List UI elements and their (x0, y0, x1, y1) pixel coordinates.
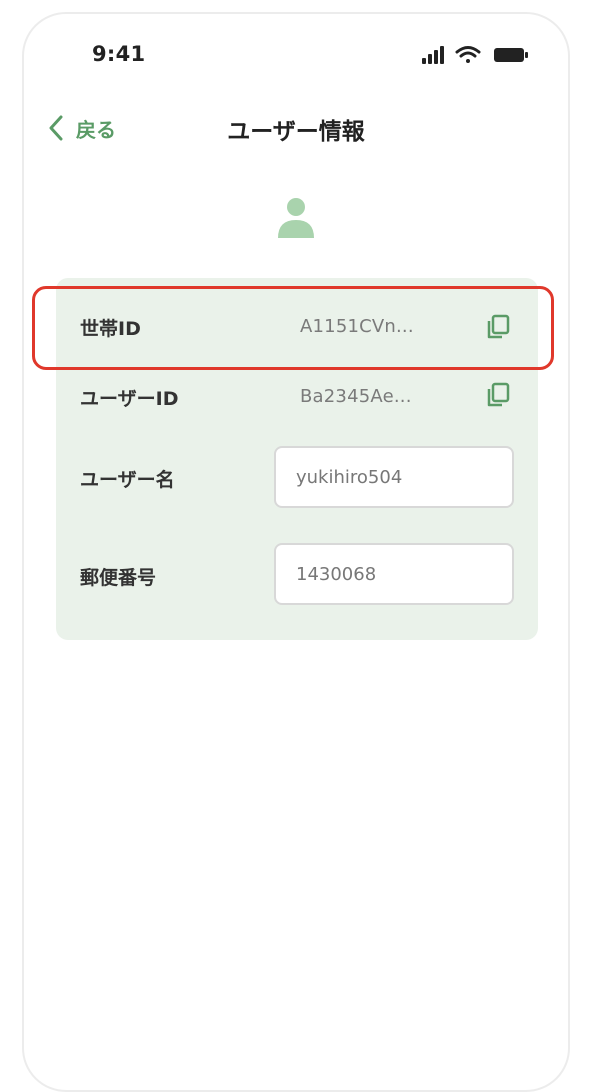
username-input[interactable] (274, 446, 514, 508)
user-id-label: ユーザーID (80, 388, 179, 410)
user-id-value: Ba2345Ae... (300, 386, 412, 407)
user-avatar-icon (278, 196, 314, 240)
postal-code-label: 郵便番号 (80, 567, 157, 589)
household-id-label: 世帯ID (80, 318, 141, 340)
status-time: 9:41 (92, 42, 146, 66)
copy-user-id-icon[interactable] (486, 382, 510, 408)
household-id-value: A1151CVn... (300, 316, 414, 337)
battery-icon (494, 48, 528, 62)
postal-code-input[interactable] (274, 543, 514, 605)
page-title: ユーザー情報 (227, 119, 365, 145)
copy-household-id-icon[interactable] (486, 314, 510, 340)
username-label: ユーザー名 (80, 469, 175, 491)
signal-icon (422, 46, 444, 64)
status-icons (420, 44, 532, 66)
wifi-icon (455, 46, 481, 63)
